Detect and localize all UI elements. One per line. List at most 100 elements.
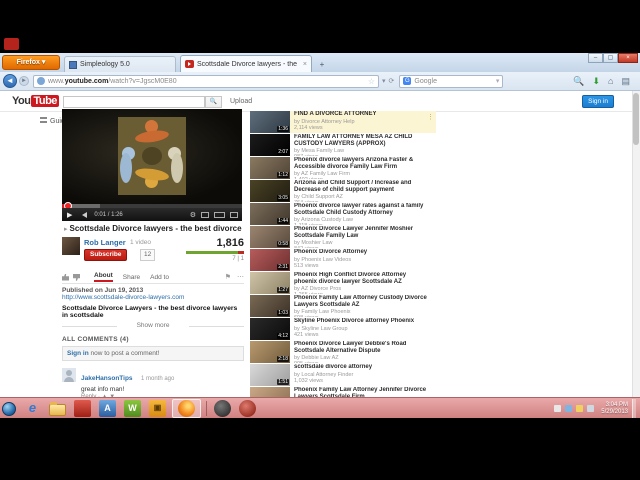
tab-about[interactable]: About <box>94 272 113 282</box>
tab-share[interactable]: Share <box>123 274 140 281</box>
reload-icon[interactable]: ⟳ <box>389 77 395 85</box>
search-icon[interactable]: 🔍 <box>573 76 584 87</box>
tray-volume-icon[interactable] <box>576 405 584 412</box>
suggested-title-link[interactable]: Skyline Phoenix Divorce attorney Phoenix <box>294 318 428 325</box>
video-thumbnail[interactable]: 1:12 <box>250 157 290 179</box>
suggested-video[interactable]: 1:44 Phoenix divorce lawyer rates agains… <box>250 203 436 225</box>
suggested-video[interactable]: 2:31 Phoenix Divorce Attorney by Phoenix… <box>250 249 436 271</box>
video-thumbnail[interactable]: 1:03 <box>250 295 290 317</box>
suggested-video-featured[interactable]: 1:36 FIND A DIVORCE ATTORNEY by Divorce … <box>250 111 436 133</box>
suggested-title-link[interactable]: Phoenix Divorce Lawyer Jennifer Moshier … <box>294 226 428 239</box>
signin-comment-link[interactable]: Sign in <box>67 350 89 357</box>
suggested-title-link[interactable]: Phoenix Family Law Attorney Custody Divo… <box>294 295 428 308</box>
video-thumbnail[interactable]: 1:09 <box>250 387 290 397</box>
upload-link[interactable]: Upload <box>230 98 252 105</box>
tab-simpleology[interactable]: Simpleology 5.0 <box>64 56 176 72</box>
like-icon[interactable] <box>62 273 69 281</box>
bookmarks-menu-icon[interactable]: ▾ <box>382 77 386 85</box>
suggested-video[interactable]: 1:03 Phoenix Family Law Attorney Custody… <box>250 295 436 317</box>
tab-youtube-active[interactable]: Scottsdale Divorce lawyers - the best ..… <box>180 55 312 72</box>
video-thumbnail[interactable]: 1:27 <box>250 272 290 294</box>
suggested-video[interactable]: 1:27 Phoenix High Conflict Divorce Attor… <box>250 272 436 294</box>
suggested-title-link[interactable]: scottsdale divorce attorney <box>294 364 428 371</box>
blue-a-app-icon[interactable]: A <box>99 400 116 417</box>
firefox-icon[interactable] <box>178 400 195 417</box>
suggested-title-link[interactable]: Phoenix Family Law Attorney Jennifer Div… <box>294 387 428 397</box>
suggested-title-link[interactable]: Phoenix Divorce Lawyer Debbie's Road Sco… <box>294 341 428 354</box>
media-app-icon[interactable] <box>74 400 91 417</box>
video-thumbnail[interactable]: 1:36 <box>250 111 290 133</box>
green-w-app-icon[interactable]: W <box>124 400 141 417</box>
suggested-video[interactable]: 4:12 Skyline Phoenix Divorce attorney Ph… <box>250 318 436 340</box>
channel-name-link[interactable]: Rob Langer <box>84 238 126 247</box>
suggested-video[interactable]: 1:09 Phoenix Family Law Attorney Jennife… <box>250 387 436 397</box>
subscribe-button[interactable]: Subscribe <box>84 249 128 261</box>
maximize-button[interactable]: ▢ <box>603 53 618 63</box>
description-link[interactable]: http://www.scottsdale-divorce-lawyers.co… <box>62 294 244 301</box>
suggested-title-link[interactable]: Phoenix Divorce Attorney <box>294 249 428 256</box>
dislike-icon[interactable] <box>73 274 80 281</box>
theater-mode-icon[interactable] <box>214 211 225 218</box>
show-more-link[interactable]: Show more <box>62 322 244 329</box>
dark-app-icon[interactable] <box>214 400 231 417</box>
video-player[interactable]: ▶ 0:01 / 1:26 ⚙ <box>62 109 242 221</box>
video-thumbnail[interactable]: 2:18 <box>250 341 290 363</box>
commenter-avatar[interactable] <box>62 368 76 382</box>
volume-icon[interactable] <box>79 211 88 218</box>
start-button[interactable] <box>2 401 16 416</box>
browser-search-box[interactable]: G Google ▾ <box>399 74 504 88</box>
commenter-name-link[interactable]: JakeHansonTips <box>81 375 133 382</box>
video-thumbnail[interactable]: 1:51 <box>250 364 290 386</box>
suggested-video[interactable]: 2:07 FAMILY LAW ATTORNEY MESA AZ CHILD C… <box>250 134 436 156</box>
video-thumbnail[interactable]: 3:05 <box>250 180 290 202</box>
show-desktop-button[interactable] <box>632 399 636 418</box>
video-thumbnail[interactable]: 4:12 <box>250 318 290 340</box>
suggested-video[interactable]: 3:05 Arizona and Child Support / Increas… <box>250 180 436 202</box>
downloads-icon[interactable]: ⬇ <box>593 76 601 87</box>
new-tab-button[interactable]: + <box>316 59 328 70</box>
explorer-folder-icon[interactable] <box>49 402 66 416</box>
firefox-taskbar-active[interactable] <box>172 399 201 418</box>
video-thumbnail[interactable]: 2:07 <box>250 134 290 156</box>
flag-icon[interactable]: ⚑ <box>225 273 231 281</box>
suggested-video[interactable]: 1:51 scottsdale divorce attorney by Loca… <box>250 364 436 386</box>
suggested-title-link[interactable]: Arizona and Child Support / Increase and… <box>294 180 428 193</box>
play-button[interactable]: ▶ <box>67 211 72 219</box>
panel-icon[interactable]: ▤ <box>621 76 630 87</box>
youtube-logo[interactable]: You Tube <box>12 95 59 107</box>
youtube-search-input[interactable] <box>63 96 205 108</box>
fullscreen-icon[interactable] <box>230 211 238 218</box>
forward-button[interactable]: ► <box>19 76 29 86</box>
minimize-button[interactable]: – <box>588 53 603 63</box>
video-frame[interactable] <box>62 109 242 204</box>
url-bar[interactable]: www.youtube.com/watch?v=JgscM0E80 ☆ <box>33 74 379 88</box>
firefox-menu-button[interactable]: Firefox ▾ <box>2 55 60 70</box>
bookmark-star-icon[interactable]: ☆ <box>368 77 375 86</box>
taskbar-clock[interactable]: 3:04 PM 5/29/2013 <box>601 402 628 416</box>
home-icon[interactable]: ⌂ <box>608 76 613 86</box>
quality-icon[interactable] <box>201 211 209 218</box>
tray-action-icon[interactable] <box>587 405 595 412</box>
tray-icon[interactable] <box>554 405 562 412</box>
tab-close-icon[interactable]: × <box>300 61 307 68</box>
video-thumbnail[interactable]: 0:58 <box>250 226 290 248</box>
suggested-title-link[interactable]: Phoenix High Conflict Divorce Attorney p… <box>294 272 428 285</box>
suggested-title-link[interactable]: Phoenix divorce lawyers Arizona Faster &… <box>294 157 428 170</box>
suggested-video[interactable]: 2:18 Phoenix Divorce Lawyer Debbie's Roa… <box>250 341 436 363</box>
page-scrollbar[interactable] <box>632 91 640 397</box>
video-thumbnail[interactable]: 1:44 <box>250 203 290 225</box>
suggested-video[interactable]: 1:12 Phoenix divorce lawyers Arizona Fas… <box>250 157 436 179</box>
tab-add-to[interactable]: Add to <box>150 274 169 281</box>
suggested-title-link[interactable]: Phoenix divorce lawyer rates against a f… <box>294 203 428 216</box>
channel-avatar[interactable] <box>62 237 80 255</box>
tray-network-icon[interactable] <box>565 405 573 412</box>
phone-app-icon[interactable] <box>239 400 256 417</box>
ad-options-icon[interactable]: ⋮ <box>427 113 434 121</box>
suggested-title-link[interactable]: FIND A DIVORCE ATTORNEY <box>294 111 428 118</box>
back-button[interactable]: ◄ <box>3 74 17 88</box>
sign-in-button[interactable]: Sign in <box>582 95 614 108</box>
close-button[interactable]: × <box>618 53 638 63</box>
suggested-video[interactable]: 0:58 Phoenix Divorce Lawyer Jennifer Mos… <box>250 226 436 248</box>
suggested-title-link[interactable]: FAMILY LAW ATTORNEY MESA AZ CHILD CUSTOD… <box>294 134 428 147</box>
page-scrollbar-thumb[interactable] <box>633 93 639 145</box>
